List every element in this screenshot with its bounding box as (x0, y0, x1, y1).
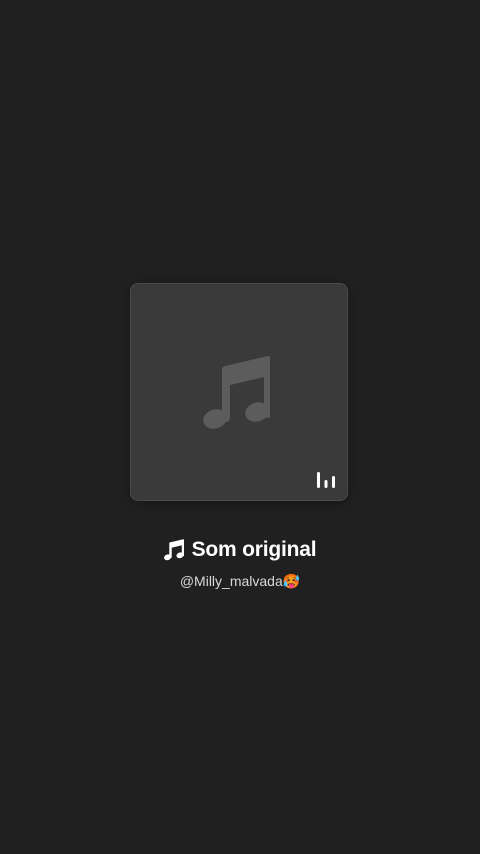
sound-author[interactable]: @Milly_malvada🥵 (180, 573, 300, 590)
audio-levels-icon (317, 472, 335, 488)
sound-title: Som original (191, 538, 317, 561)
sound-page: Som original @Milly_malvada🥵 (0, 0, 480, 854)
sound-author-row: @Milly_malvada🥵 (0, 570, 480, 592)
music-note-icon (163, 539, 184, 561)
album-art-card[interactable] (130, 283, 348, 501)
sound-title-row: Som original (0, 535, 480, 565)
music-note-icon (203, 356, 270, 429)
